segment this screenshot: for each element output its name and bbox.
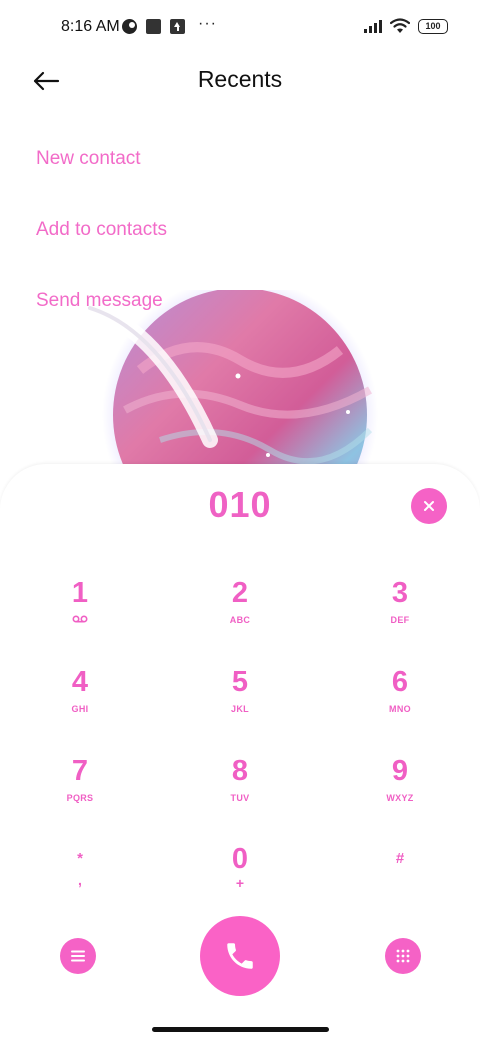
key-digit: 3 [391,577,409,609]
menu-icon [71,950,85,962]
key-digit: 4 [71,666,89,698]
dialed-number: 010 [208,484,272,525]
key-3[interactable]: 3 DEF [340,577,460,647]
key-star[interactable]: * , [20,840,140,910]
upload-icon [170,19,185,34]
key-letters: PQRS [66,793,94,803]
key-2[interactable]: 2 ABC [180,577,300,647]
key-digit: 1 [71,577,89,609]
key-digit: 7 [71,755,89,787]
key-letters: DEF [390,615,410,625]
key-6[interactable]: 6 MNO [340,666,460,736]
key-letters: ABC [229,615,251,625]
menu-button[interactable] [60,938,96,974]
clear-button[interactable] [411,488,447,524]
key-letters: MNO [389,704,411,714]
key-letters: JKL [231,704,249,714]
system-icons: 100 [364,18,448,34]
voicemail-icon [72,615,88,623]
key-4[interactable]: 4 GHI [20,666,140,736]
key-digit: 0 [231,843,249,875]
key-letters: , [78,872,82,888]
key-letters: GHI [71,704,89,714]
key-letters: + [235,875,245,891]
planet-illustration [70,290,410,470]
status-bar: 8:16 AM ··· 100 [0,0,480,56]
theme-icon [122,19,137,34]
key-digit: 2 [231,577,249,609]
keypad-icon [396,949,410,963]
signal-icon [364,19,382,33]
key-9[interactable]: 9 WXYZ [340,755,460,825]
key-digit: * [77,850,83,867]
home-indicator[interactable] [152,1027,329,1032]
key-0[interactable]: 0 + [180,843,300,913]
wifi-icon [390,18,410,33]
call-button[interactable] [200,916,280,996]
key-digit: 8 [231,755,249,787]
notification-icons: ··· [122,15,217,34]
close-icon [424,501,434,511]
key-digit: 5 [231,666,249,698]
more-notifications-icon: ··· [198,14,217,32]
keypad-button[interactable] [385,938,421,974]
key-1[interactable]: 1 [20,577,140,647]
key-digit: # [395,850,405,867]
status-time: 8:16 AM [61,18,120,35]
key-letters: WXYZ [386,793,414,803]
key-8[interactable]: 8 TUV [180,755,300,825]
new-contact-link[interactable]: New contact [36,148,141,170]
key-letters: TUV [230,793,250,803]
send-message-link[interactable]: Send message [36,290,163,312]
key-hash[interactable]: # [340,840,460,910]
battery-icon: 100 [418,18,448,34]
app-notification-icon [146,19,161,34]
add-to-contacts-link[interactable]: Add to contacts [36,219,167,241]
key-5[interactable]: 5 JKL [180,666,300,736]
key-digit: 9 [391,755,409,787]
key-7[interactable]: 7 PQRS [20,755,140,825]
phone-icon [227,943,253,969]
key-digit: 6 [391,666,409,698]
page-title: Recents [197,66,283,92]
